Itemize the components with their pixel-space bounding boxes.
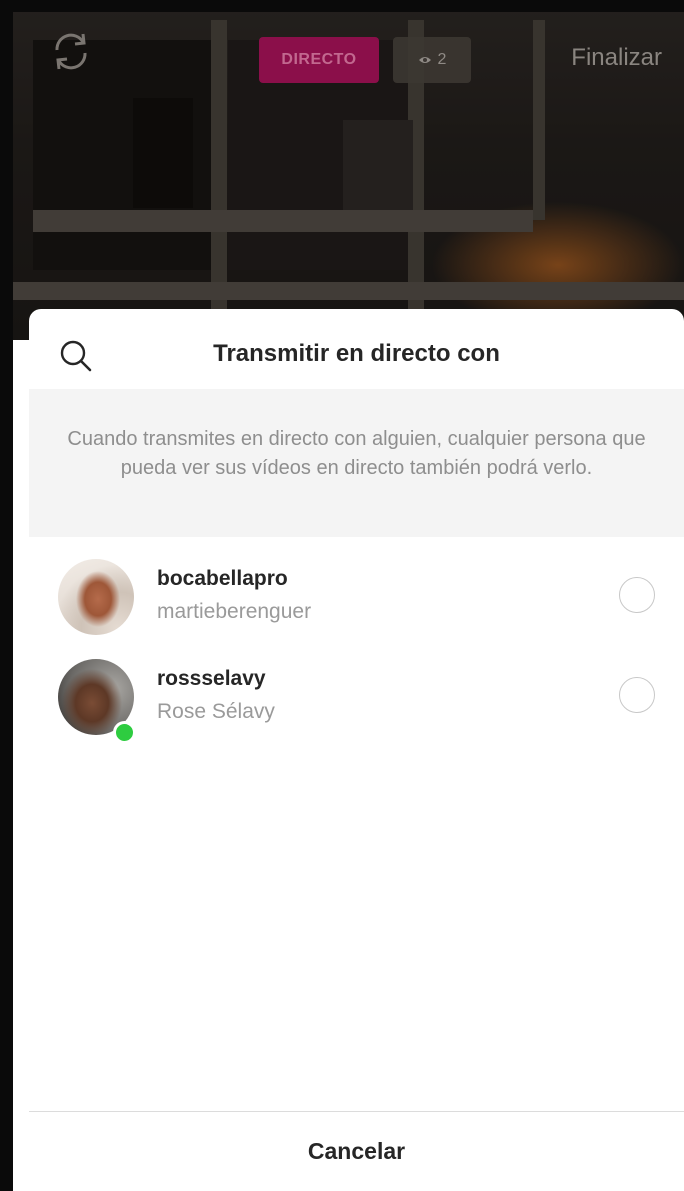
status-bar bbox=[13, 0, 684, 12]
user-username: rossselavy bbox=[157, 667, 266, 690]
cancel-button[interactable]: Cancelar bbox=[29, 1112, 684, 1191]
user-fullname: martieberenguer bbox=[157, 600, 312, 623]
device-frame bbox=[0, 0, 13, 1191]
online-status-icon bbox=[113, 721, 136, 744]
user-row[interactable]: bocabellapro martieberenguer bbox=[29, 545, 684, 645]
user-fullname: Rose Sélavy bbox=[157, 700, 275, 723]
eye-icon bbox=[418, 57, 431, 63]
camera-preview: DIRECTO 2 Finalizar bbox=[13, 0, 684, 340]
select-radio[interactable] bbox=[619, 577, 655, 613]
select-radio[interactable] bbox=[619, 677, 655, 713]
avatar bbox=[58, 559, 134, 635]
viewer-count[interactable]: 2 bbox=[393, 37, 471, 83]
viewer-count-value: 2 bbox=[437, 51, 447, 68]
user-row[interactable]: rossselavy Rose Sélavy bbox=[29, 645, 684, 745]
sheet-title: Transmitir en directo con bbox=[213, 340, 500, 367]
info-notice-text: Cuando transmites en directo con alguien… bbox=[67, 428, 646, 479]
sheet-header: Transmitir en directo con bbox=[29, 309, 684, 389]
finish-button[interactable]: Finalizar bbox=[571, 44, 662, 72]
screen: DIRECTO 2 Finalizar Transmitir en direct… bbox=[0, 0, 684, 1191]
live-with-sheet: Transmitir en directo con Cuando transmi… bbox=[29, 309, 684, 1191]
live-badge: DIRECTO bbox=[259, 37, 379, 83]
info-notice: Cuando transmites en directo con alguien… bbox=[29, 389, 684, 537]
user-username: bocabellapro bbox=[157, 567, 288, 590]
switch-camera-icon[interactable] bbox=[49, 28, 93, 74]
